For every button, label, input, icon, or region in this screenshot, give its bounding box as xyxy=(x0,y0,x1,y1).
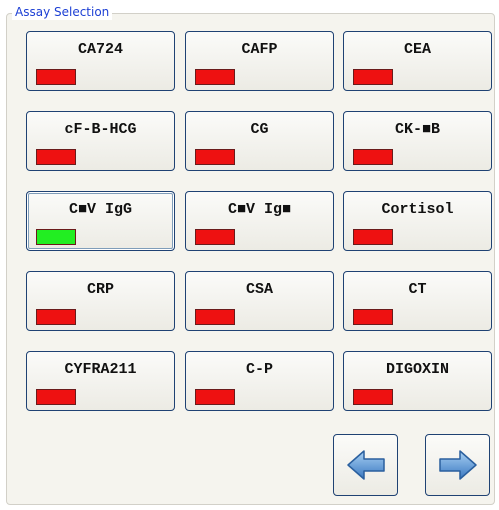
assay-status-indicator xyxy=(353,69,393,85)
assay-label: CEA xyxy=(403,41,431,58)
assay-label: CRP xyxy=(86,281,114,298)
assay-button[interactable]: DIGOXIN xyxy=(343,351,492,411)
assay-label: DIGOXIN xyxy=(385,361,449,378)
assay-button[interactable]: C■V Ig■ xyxy=(185,191,334,251)
assay-button[interactable]: CYFRA211 xyxy=(26,351,175,411)
assay-button[interactable]: CEA xyxy=(343,31,492,91)
assay-button[interactable]: CRP xyxy=(26,271,175,331)
assay-status-indicator xyxy=(36,389,76,405)
assay-status-indicator xyxy=(195,229,235,245)
assay-label: C■V Ig■ xyxy=(227,201,291,218)
assay-button[interactable]: C■V IgG xyxy=(26,191,175,251)
assay-button[interactable]: CG xyxy=(185,111,334,171)
arrow-left-icon xyxy=(347,450,385,480)
assay-status-indicator xyxy=(195,389,235,405)
assay-button[interactable]: CA724 xyxy=(26,31,175,91)
previous-page-button[interactable] xyxy=(333,434,398,496)
assay-label: C-P xyxy=(245,361,273,378)
assay-button[interactable]: C-P xyxy=(185,351,334,411)
arrow-right-icon xyxy=(439,450,477,480)
assay-label: CAFP xyxy=(241,41,278,58)
assay-status-indicator xyxy=(36,69,76,85)
assay-button[interactable]: CAFP xyxy=(185,31,334,91)
assay-status-indicator xyxy=(195,309,235,325)
assay-label: CSA xyxy=(245,281,273,298)
assay-button[interactable]: Cortisol xyxy=(343,191,492,251)
assay-status-indicator xyxy=(195,149,235,165)
assay-selection-title: Assay Selection xyxy=(12,4,113,20)
assay-status-indicator xyxy=(353,229,393,245)
assay-button[interactable]: CT xyxy=(343,271,492,331)
assay-label: CG xyxy=(250,121,269,138)
assay-button[interactable]: CSA xyxy=(185,271,334,331)
assay-label: CA724 xyxy=(77,41,123,58)
assay-status-indicator xyxy=(36,149,76,165)
assay-label: CYFRA211 xyxy=(64,361,137,378)
assay-button[interactable]: cF-B-HCG xyxy=(26,111,175,171)
assay-status-indicator xyxy=(353,149,393,165)
assay-button[interactable]: CK-■B xyxy=(343,111,492,171)
assay-label: Cortisol xyxy=(381,201,454,218)
assay-label: C■V IgG xyxy=(68,201,132,218)
assay-status-indicator xyxy=(353,309,393,325)
assay-label: CK-■B xyxy=(394,121,440,138)
assay-status-indicator xyxy=(36,309,76,325)
assay-status-indicator xyxy=(195,69,235,85)
assay-label: cF-B-HCG xyxy=(64,121,137,138)
next-page-button[interactable] xyxy=(425,434,490,496)
assay-label: CT xyxy=(408,281,427,298)
assay-status-indicator xyxy=(36,229,76,245)
assay-status-indicator xyxy=(353,389,393,405)
